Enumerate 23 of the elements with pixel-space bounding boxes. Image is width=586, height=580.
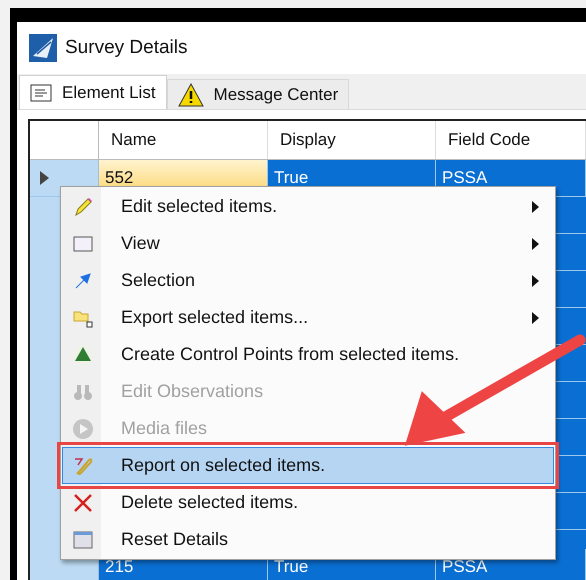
window-icon	[72, 528, 94, 550]
app-logo-icon	[29, 34, 57, 62]
submenu-arrow-icon	[532, 312, 539, 324]
column-header[interactable]: Name	[99, 121, 268, 159]
menu-item[interactable]: Export selected items...	[62, 299, 554, 336]
column-header[interactable]: Field Code	[436, 121, 586, 159]
submenu-arrow-icon	[532, 238, 539, 250]
media-icon	[72, 418, 94, 440]
menu-item[interactable]: Selection	[62, 262, 554, 299]
tab[interactable]: Element List	[19, 75, 167, 109]
menu-item[interactable]: Create Control Points from selected items.	[62, 336, 554, 373]
menu-item[interactable]: Delete selected items.	[62, 484, 554, 521]
tab[interactable]: Message Center	[166, 79, 350, 109]
column-header[interactable]: Display	[268, 121, 436, 159]
warning-icon	[178, 82, 204, 106]
close-icon	[72, 492, 94, 514]
menu-item[interactable]: View	[62, 225, 554, 262]
submenu-arrow-icon	[532, 200, 539, 212]
pencil-icon	[72, 196, 94, 218]
submenu-arrow-icon	[532, 274, 539, 286]
list-icon	[30, 84, 52, 102]
current-row-icon	[40, 171, 49, 185]
window-title: Survey Details	[65, 36, 188, 60]
